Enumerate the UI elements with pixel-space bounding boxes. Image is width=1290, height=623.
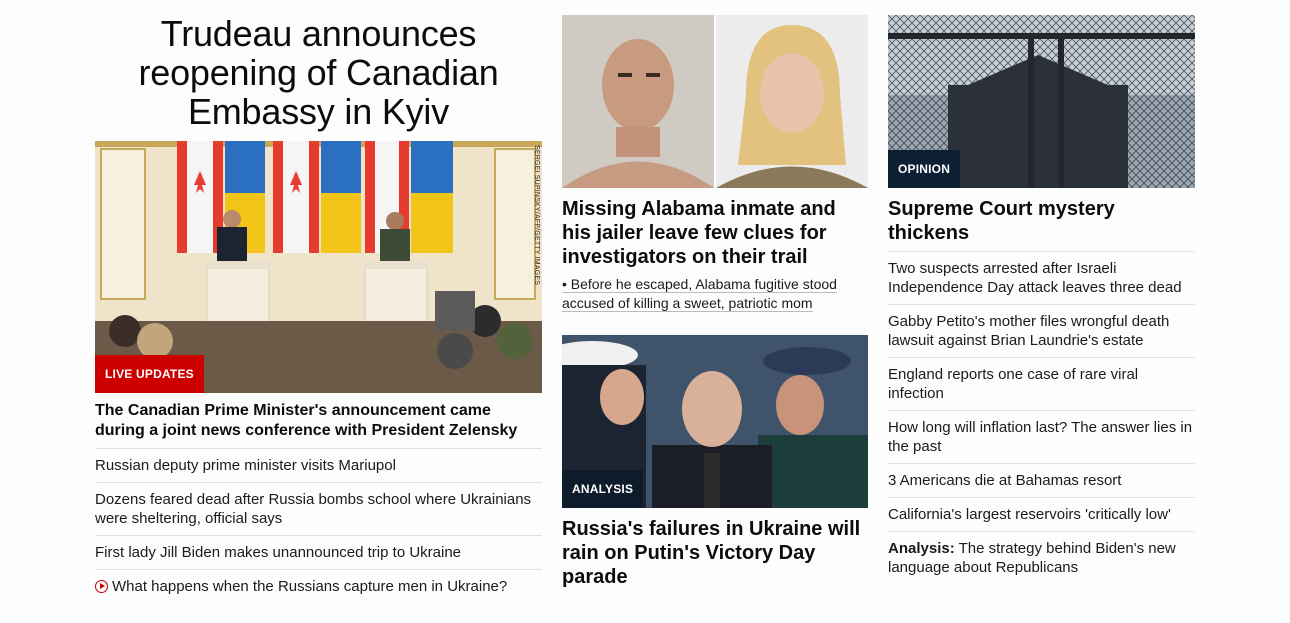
- putin-story-image[interactable]: ANALYSIS: [562, 335, 868, 508]
- related-link[interactable]: First lady Jill Biden makes unannounced …: [95, 544, 461, 561]
- headline-links-list: Two suspects arrested after Israeli Inde…: [888, 251, 1195, 584]
- analysis-prefix: Analysis:: [888, 540, 955, 557]
- headline-link[interactable]: England reports one case of rare viral i…: [888, 366, 1138, 402]
- jailer-photo: [716, 15, 868, 188]
- lead-story-image[interactable]: SERGEI SUPINSKY/AFP/GETTY IMAGES LIVE UP…: [95, 141, 542, 393]
- right-story-column: OPINION Supreme Court mystery thickens T…: [888, 15, 1195, 584]
- headline-link[interactable]: Two suspects arrested after Israeli Inde…: [888, 260, 1182, 296]
- list-item[interactable]: Russian deputy prime minister visits Mar…: [95, 448, 542, 482]
- list-item[interactable]: 3 Americans die at Bahamas resort: [888, 463, 1195, 497]
- related-link[interactable]: Dozens feared dead after Russia bombs sc…: [95, 491, 531, 527]
- headline-link[interactable]: Gabby Petito's mother files wrongful dea…: [888, 313, 1169, 349]
- video-link[interactable]: What happens when the Russians capture m…: [112, 578, 507, 595]
- lead-subheadline-link[interactable]: The Canadian Prime Minister's announceme…: [95, 401, 542, 441]
- list-item[interactable]: What happens when the Russians capture m…: [95, 569, 542, 603]
- supreme-court-headline[interactable]: Supreme Court mystery thickens: [888, 197, 1195, 245]
- video-play-icon: [95, 580, 108, 593]
- analysis-badge[interactable]: ANALYSIS: [562, 470, 644, 508]
- inmate-mugshot: [562, 15, 714, 188]
- list-item[interactable]: How long will inflation last? The answer…: [888, 410, 1195, 463]
- middle-story-column: Missing Alabama inmate and his jailer le…: [562, 15, 868, 595]
- inmate-jailer-image[interactable]: [562, 15, 868, 188]
- list-item[interactable]: First lady Jill Biden makes unannounced …: [95, 535, 542, 569]
- opinion-badge[interactable]: OPINION: [888, 150, 961, 188]
- lead-headline-link[interactable]: Trudeau announces reopening of Canadian …: [95, 14, 542, 131]
- headline-link[interactable]: 3 Americans die at Bahamas resort: [888, 472, 1121, 489]
- photo-credit: SERGEI SUPINSKY/AFP/GETTY IMAGES: [533, 145, 540, 286]
- inmate-story-bullet-wrap: • Before he escaped, Alabama fugitive st…: [562, 275, 852, 313]
- related-link[interactable]: Russian deputy prime minister visits Mar…: [95, 457, 396, 474]
- live-updates-badge[interactable]: LIVE UPDATES: [95, 355, 204, 393]
- lead-story-column: Trudeau announces reopening of Canadian …: [95, 14, 542, 603]
- inmate-story-bullet-link[interactable]: • Before he escaped, Alabama fugitive st…: [562, 276, 837, 312]
- list-item[interactable]: Two suspects arrested after Israeli Inde…: [888, 251, 1195, 304]
- headline-link[interactable]: California's largest reservoirs 'critica…: [888, 506, 1171, 523]
- inmate-story-headline[interactable]: Missing Alabama inmate and his jailer le…: [562, 197, 868, 269]
- supreme-court-image[interactable]: OPINION: [888, 15, 1195, 188]
- list-item[interactable]: England reports one case of rare viral i…: [888, 357, 1195, 410]
- list-item[interactable]: Analysis: The strategy behind Biden's ne…: [888, 531, 1195, 584]
- list-item[interactable]: Gabby Petito's mother files wrongful dea…: [888, 304, 1195, 357]
- related-links-list: Russian deputy prime minister visits Mar…: [95, 448, 542, 603]
- headline-link[interactable]: How long will inflation last? The answer…: [888, 419, 1192, 455]
- list-item[interactable]: California's largest reservoirs 'critica…: [888, 497, 1195, 531]
- list-item[interactable]: Dozens feared dead after Russia bombs sc…: [95, 482, 542, 535]
- putin-story-headline[interactable]: Russia's failures in Ukraine will rain o…: [562, 517, 868, 589]
